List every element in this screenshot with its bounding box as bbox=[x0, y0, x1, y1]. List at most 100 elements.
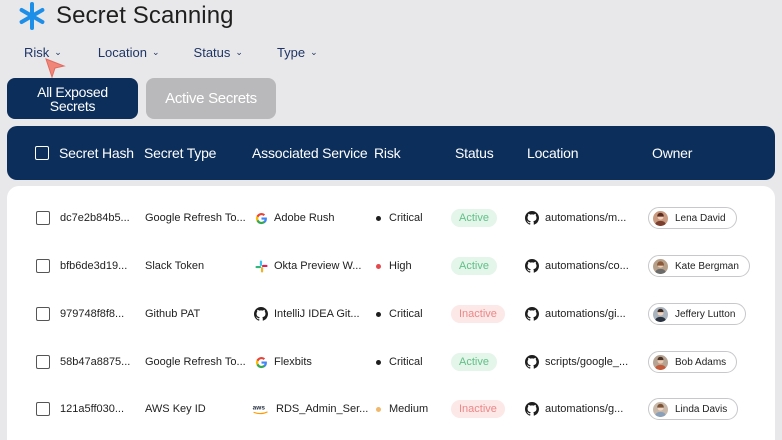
risk-cell: High bbox=[376, 260, 412, 272]
avatar bbox=[653, 306, 668, 322]
status-badge: Active bbox=[451, 353, 497, 371]
avatar bbox=[653, 210, 668, 226]
secret-hash: dc7e2b84b5... bbox=[60, 212, 130, 224]
associated-service[interactable]: aws RDS_Admin_Ser... bbox=[252, 402, 369, 416]
location-cell[interactable]: automations/co... bbox=[525, 259, 629, 273]
secret-hash: 979748f8f8... bbox=[60, 308, 125, 320]
table-row[interactable]: dc7e2b84b5... Google Refresh To... Adobe… bbox=[7, 194, 775, 242]
status-cell: Active bbox=[451, 209, 497, 227]
owner-chip[interactable]: Lena David bbox=[648, 207, 737, 229]
avatar bbox=[653, 258, 668, 274]
associated-service[interactable]: IntelliJ IDEA Git... bbox=[254, 307, 360, 321]
slack-icon bbox=[254, 259, 268, 273]
service-name: Adobe Rush bbox=[274, 212, 335, 224]
column-header-owner[interactable]: Owner bbox=[652, 145, 692, 161]
tab-label: Active Secrets bbox=[165, 89, 257, 107]
github-icon bbox=[525, 307, 539, 321]
row-checkbox[interactable] bbox=[36, 355, 50, 369]
tab-active-secrets[interactable]: Active Secrets bbox=[146, 78, 276, 119]
location-cell[interactable]: automations/gi... bbox=[525, 307, 626, 321]
avatar bbox=[653, 401, 668, 417]
risk-label: Critical bbox=[389, 212, 423, 224]
app-header: Secret Scanning bbox=[18, 0, 234, 32]
risk-cell: Critical bbox=[376, 308, 423, 320]
chevron-down-icon: ⌄ bbox=[310, 47, 318, 57]
risk-label: Medium bbox=[389, 403, 429, 415]
location-cell[interactable]: automations/m... bbox=[525, 211, 626, 225]
table-row[interactable]: bfb6de3d19... Slack Token Okta Preview W… bbox=[7, 242, 775, 290]
associated-service[interactable]: Adobe Rush bbox=[254, 211, 335, 225]
risk-high-dot bbox=[376, 263, 381, 269]
table-header: Secret Hash Secret Type Associated Servi… bbox=[7, 126, 775, 180]
google-icon bbox=[254, 211, 268, 225]
filter-location[interactable]: Location ⌄ bbox=[98, 45, 160, 60]
row-checkbox[interactable] bbox=[36, 402, 50, 416]
filter-label: Type bbox=[276, 45, 306, 60]
location-cell[interactable]: scripts/google_... bbox=[525, 355, 628, 369]
secret-type: Google Refresh To... bbox=[145, 356, 246, 368]
column-header-associated-service[interactable]: Associated Service bbox=[252, 145, 368, 161]
google-icon bbox=[254, 355, 268, 369]
filter-type[interactable]: Type ⌄ bbox=[277, 45, 318, 60]
owner-name: Kate Bergman bbox=[675, 260, 739, 272]
table-row[interactable]: 121a5ff030... AWS Key ID aws RDS_Admin_S… bbox=[7, 385, 775, 433]
tab-all-exposed-secrets[interactable]: All Exposed Secrets bbox=[7, 78, 138, 119]
status-cell: Inactive bbox=[451, 400, 505, 418]
row-checkbox[interactable] bbox=[36, 307, 50, 321]
associated-service[interactable]: Okta Preview W... bbox=[254, 259, 361, 273]
location-path: automations/m... bbox=[545, 212, 627, 224]
secret-type: Slack Token bbox=[145, 260, 205, 272]
github-icon bbox=[254, 307, 268, 321]
secret-type: Google Refresh To... bbox=[145, 212, 246, 224]
column-header-status[interactable]: Status bbox=[455, 145, 494, 161]
status-badge: Inactive bbox=[451, 305, 505, 323]
row-checkbox[interactable] bbox=[36, 211, 50, 225]
github-icon bbox=[525, 259, 539, 273]
owner-chip[interactable]: Jeffery Lutton bbox=[648, 303, 747, 325]
aws-icon: aws bbox=[252, 402, 270, 416]
asterisk-logo-icon bbox=[19, 2, 45, 30]
github-icon bbox=[525, 355, 539, 369]
table-row[interactable]: 979748f8f8... Github PAT IntelliJ IDEA G… bbox=[7, 290, 775, 338]
location-path: scripts/google_... bbox=[545, 356, 629, 368]
column-header-secret-type[interactable]: Secret Type bbox=[144, 145, 216, 161]
service-name: RDS_Admin_Ser... bbox=[276, 403, 369, 415]
filter-label: Status bbox=[193, 45, 231, 60]
owner-chip[interactable]: Kate Bergman bbox=[648, 255, 750, 277]
risk-cell: Critical bbox=[376, 212, 423, 224]
secret-type: Github PAT bbox=[145, 308, 201, 320]
secret-hash: bfb6de3d19... bbox=[60, 260, 128, 272]
location-path: automations/co... bbox=[545, 260, 629, 272]
owner-name: Lena David bbox=[675, 212, 726, 224]
secret-hash: 58b47a8875... bbox=[60, 356, 131, 368]
column-header-risk[interactable]: Risk bbox=[374, 145, 401, 161]
filter-bar: Risk ⌄ Location ⌄ Status ⌄ Type ⌄ bbox=[24, 45, 318, 60]
status-cell: Active bbox=[451, 353, 497, 371]
owner-chip[interactable]: Linda Davis bbox=[648, 398, 739, 420]
risk-cell: Medium bbox=[376, 403, 428, 415]
table-row[interactable]: 58b47a8875... Google Refresh To... Flexb… bbox=[7, 338, 775, 386]
select-all-checkbox[interactable] bbox=[35, 146, 49, 160]
service-name: Okta Preview W... bbox=[274, 260, 362, 272]
risk-critical-dot bbox=[376, 359, 381, 365]
service-name: Flexbits bbox=[274, 356, 312, 368]
column-header-secret-hash[interactable]: Secret Hash bbox=[59, 145, 134, 161]
avatar bbox=[653, 354, 668, 370]
location-path: automations/gi... bbox=[545, 308, 626, 320]
owner-name: Bob Adams bbox=[675, 356, 727, 368]
secret-type: AWS Key ID bbox=[145, 403, 206, 415]
secret-hash: 121a5ff030... bbox=[60, 403, 125, 415]
risk-cell: Critical bbox=[376, 356, 423, 368]
associated-service[interactable]: Flexbits bbox=[254, 355, 312, 369]
column-header-location[interactable]: Location bbox=[527, 145, 579, 161]
location-cell[interactable]: automations/g... bbox=[525, 402, 623, 416]
owner-chip[interactable]: Bob Adams bbox=[648, 351, 738, 373]
row-checkbox[interactable] bbox=[36, 259, 50, 273]
filter-status[interactable]: Status ⌄ bbox=[194, 45, 243, 60]
mouse-cursor-icon bbox=[45, 58, 66, 79]
status-cell: Active bbox=[451, 257, 497, 275]
github-icon bbox=[525, 402, 539, 416]
chevron-down-icon: ⌄ bbox=[151, 47, 160, 57]
tab-label-line1: All Exposed bbox=[37, 83, 108, 100]
service-name: IntelliJ IDEA Git... bbox=[274, 308, 360, 320]
